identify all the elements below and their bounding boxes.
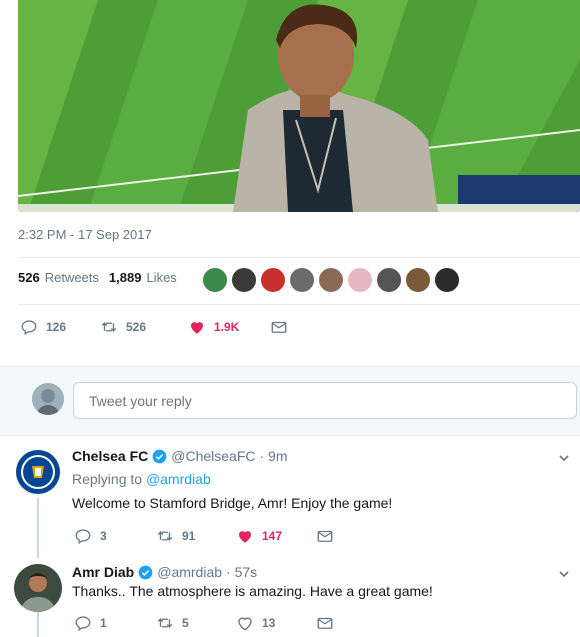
author-handle[interactable]: @ChelseaFC (171, 448, 255, 464)
retweet-button[interactable]: 526 (100, 318, 188, 336)
envelope-icon (317, 530, 333, 542)
author-name[interactable]: Chelsea FC (72, 448, 148, 464)
reply-button[interactable]: 3 (74, 527, 156, 545)
divider (18, 257, 580, 258)
reply-button[interactable]: 1 (74, 614, 156, 632)
chevron-down-icon[interactable] (558, 568, 570, 580)
retweets-stat[interactable]: 526 Retweets (18, 270, 99, 285)
tweet-time[interactable]: · 57s (226, 564, 257, 580)
reply-icon (21, 320, 37, 336)
avatar[interactable] (260, 267, 286, 293)
heart-filled-icon (239, 531, 251, 543)
tweet-text: Welcome to Stamford Bridge, Amr! Enjoy t… (72, 495, 393, 511)
author-name[interactable]: Amr Diab (72, 564, 134, 580)
tweet-actions: 3 91 147 (74, 527, 342, 545)
reply-input[interactable]: Tweet your reply (73, 382, 577, 419)
author-handle[interactable]: @amrdiab (157, 564, 222, 580)
avatar[interactable] (318, 267, 344, 293)
thread-line (37, 498, 39, 558)
chevron-down-icon[interactable] (558, 452, 570, 464)
retweet-icon (101, 321, 117, 333)
avatar[interactable] (14, 564, 62, 612)
like-button[interactable]: 1.9K (188, 318, 270, 336)
reply-button[interactable]: 126 (20, 318, 100, 336)
tweet-actions: 126 526 1.9K (20, 318, 296, 336)
divider (18, 304, 580, 305)
reply-icon (75, 616, 91, 632)
replying-to: Replying to @amrdiab (72, 471, 211, 487)
avatar[interactable] (231, 267, 257, 293)
envelope-icon (317, 617, 333, 629)
retweet-icon (157, 530, 173, 542)
like-button[interactable]: 147 (236, 527, 316, 545)
heart-icon (238, 617, 252, 631)
avatar[interactable] (405, 267, 431, 293)
replying-to-link[interactable]: @amrdiab (146, 471, 211, 487)
tweet-photo[interactable] (18, 0, 580, 212)
tweet-timestamp[interactable]: 2:32 PM - 17 Sep 2017 (18, 227, 152, 242)
reply-tweet-amrdiab[interactable]: Amr Diab @amrdiab · 57s Thanks.. The atm… (0, 560, 580, 637)
avatar[interactable] (434, 267, 460, 293)
verified-badge-icon (152, 449, 167, 463)
reply-icon (75, 529, 91, 545)
reply-composer: Tweet your reply (0, 366, 580, 436)
likers-avatars (202, 267, 463, 293)
heart-filled-icon (191, 322, 203, 334)
avatar[interactable] (289, 267, 315, 293)
retweet-button[interactable]: 5 (156, 614, 236, 632)
avatar[interactable] (14, 448, 62, 496)
tweet-time[interactable]: · 9m (260, 448, 288, 464)
message-button[interactable] (316, 527, 342, 545)
thread-line (37, 612, 39, 637)
avatar[interactable] (347, 267, 373, 293)
tweet-text: Thanks.. The atmosphere is amazing. Have… (72, 583, 433, 599)
likes-stat[interactable]: 1,889 Likes (109, 270, 177, 285)
user-avatar[interactable] (32, 383, 64, 415)
retweet-icon (157, 617, 173, 629)
tweet-stats: 526 Retweets 1,889 Likes (18, 270, 187, 285)
avatar[interactable] (202, 267, 228, 293)
message-button[interactable] (316, 614, 342, 632)
like-button[interactable]: 13 (236, 614, 316, 632)
envelope-icon (271, 321, 287, 333)
message-button[interactable] (270, 318, 296, 336)
verified-badge-icon (138, 565, 153, 579)
retweet-button[interactable]: 91 (156, 527, 236, 545)
reply-tweet-chelsea[interactable]: Chelsea FC @ChelseaFC · 9m Replying to @… (0, 436, 580, 556)
avatar[interactable] (376, 267, 402, 293)
tweet-actions: 1 5 13 (74, 614, 342, 632)
